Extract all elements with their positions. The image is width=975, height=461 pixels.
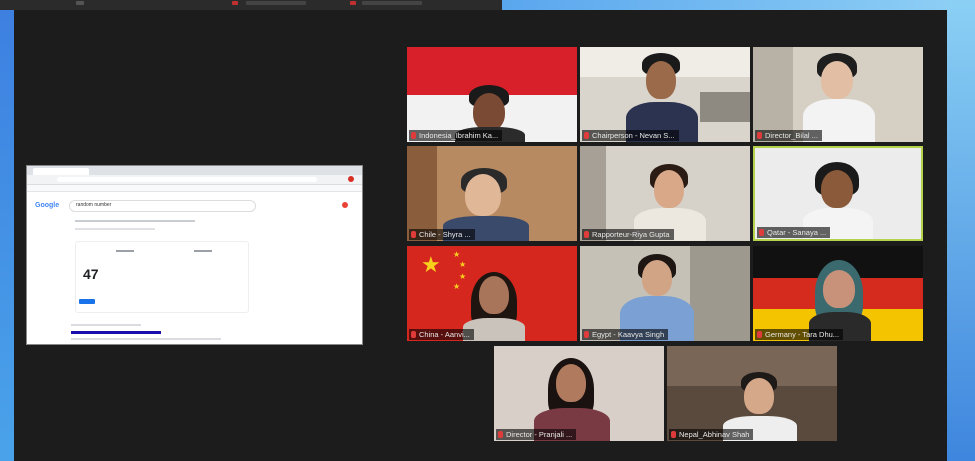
office-desk [700,92,750,122]
video-tile-indonesia[interactable]: Indonesia_Ibrahim Ka... [407,47,577,142]
room-shelf [690,246,750,341]
participant-face [556,364,586,402]
video-tile-rapporteur[interactable]: Rapporteur-Riya Gupta [580,146,750,241]
room-wall [580,146,606,241]
browser-tab-strip [27,166,362,175]
room-wall [753,47,793,142]
random-number-widget [75,241,249,313]
participant-face [479,276,509,314]
mic-muted-icon [757,132,762,139]
random-number-result: 47 [83,266,99,282]
participant-name-tag: China - Aanvi... [409,329,474,340]
room-door [407,146,437,241]
mic-muted-icon [671,431,676,438]
google-search-box[interactable]: random number [69,200,256,212]
participant-face [465,174,501,216]
mic-muted-icon [584,132,589,139]
participant-name-tag: Germany - Tara Dhu... [755,329,844,340]
flag-small-star-icon: ★ [459,260,467,269]
generate-button[interactable] [79,299,95,304]
video-tile-director-2[interactable]: Director - Pranjali ... [494,346,664,441]
participant-face [646,61,676,99]
participant-name-tag: Director - Pranjali ... [496,429,577,440]
mic-muted-icon [498,431,503,438]
video-tile-qatar-active-speaker[interactable]: Qatar - Sanaya ... [753,146,923,241]
results-count-line [75,228,155,230]
video-tile-chairperson[interactable]: Chairperson - Nevan S... [580,47,750,142]
participant-name-tag: Rapporteur-Riya Gupta [582,229,674,240]
top-bar-indicator-2 [350,1,356,5]
profile-icon[interactable] [348,176,354,182]
result-snippet-line [71,338,221,340]
background-left-edge [0,0,14,461]
participant-face [642,260,672,296]
flag-small-star-icon: ★ [459,272,467,281]
meeting-top-bar [0,0,502,10]
participant-face [744,378,774,414]
browser-address-bar [27,175,362,185]
url-field[interactable] [57,177,317,182]
participant-name-tag: Chile - Shyra ... [409,229,475,240]
participant-name-tag: Chairperson - Nevan S... [582,130,679,141]
google-logo: Google [35,202,60,209]
result-url-line [71,324,141,326]
participant-name-tag: Egypt - Kaavya Singh [582,329,669,340]
account-avatar-icon[interactable] [342,202,348,208]
video-tile-chile[interactable]: Chile - Shyra ... [407,146,577,241]
video-tile-nepal[interactable]: Nepal_Abhinav Shah [667,346,837,441]
meeting-stage: Google random number 47 Indonesia_Ibrahi… [14,10,947,461]
participant-face [821,61,853,99]
widget-min-field[interactable] [116,250,134,252]
top-bar-label-2 [362,1,422,5]
search-query-text: random number [76,202,112,208]
mic-muted-icon [411,132,416,139]
participant-face [654,170,684,208]
flag-star-icon: ★ [421,252,441,277]
search-result-link[interactable] [71,331,161,334]
top-bar-label [246,1,306,5]
mic-muted-icon [759,229,764,236]
mic-muted-icon [757,331,762,338]
participant-name-tag: Director_Bilal ... [755,130,822,141]
participant-face [823,270,855,308]
video-tile-director[interactable]: Director_Bilal ... [753,47,923,142]
mic-muted-icon [584,231,589,238]
video-tile-egypt[interactable]: Egypt - Kaavya Singh [580,246,750,341]
video-tile-china[interactable]: ★ ★ ★ ★ ★ China - Aanvi... [407,246,577,341]
bookmarks-bar [27,185,362,192]
video-tile-germany[interactable]: Germany - Tara Dhu... [753,246,923,341]
flag-small-star-icon: ★ [453,250,461,259]
top-bar-indicator [232,1,238,5]
participant-face [821,170,853,208]
participant-name-tag: Qatar - Sanaya ... [757,227,831,238]
background-right-edge [947,0,975,461]
mic-muted-icon [411,231,416,238]
top-bar-icon[interactable] [76,1,84,5]
search-tabs-row [75,220,195,222]
widget-max-field[interactable] [194,250,212,252]
mic-muted-icon [411,331,416,338]
participant-face [473,93,505,131]
mic-muted-icon [584,331,589,338]
participant-name-tag: Nepal_Abhinav Shah [669,429,754,440]
shared-screen[interactable]: Google random number 47 [26,165,363,345]
browser-tab[interactable] [33,168,89,175]
flag-small-star-icon: ★ [453,282,461,291]
participant-name-tag: Indonesia_Ibrahim Ka... [409,130,503,141]
